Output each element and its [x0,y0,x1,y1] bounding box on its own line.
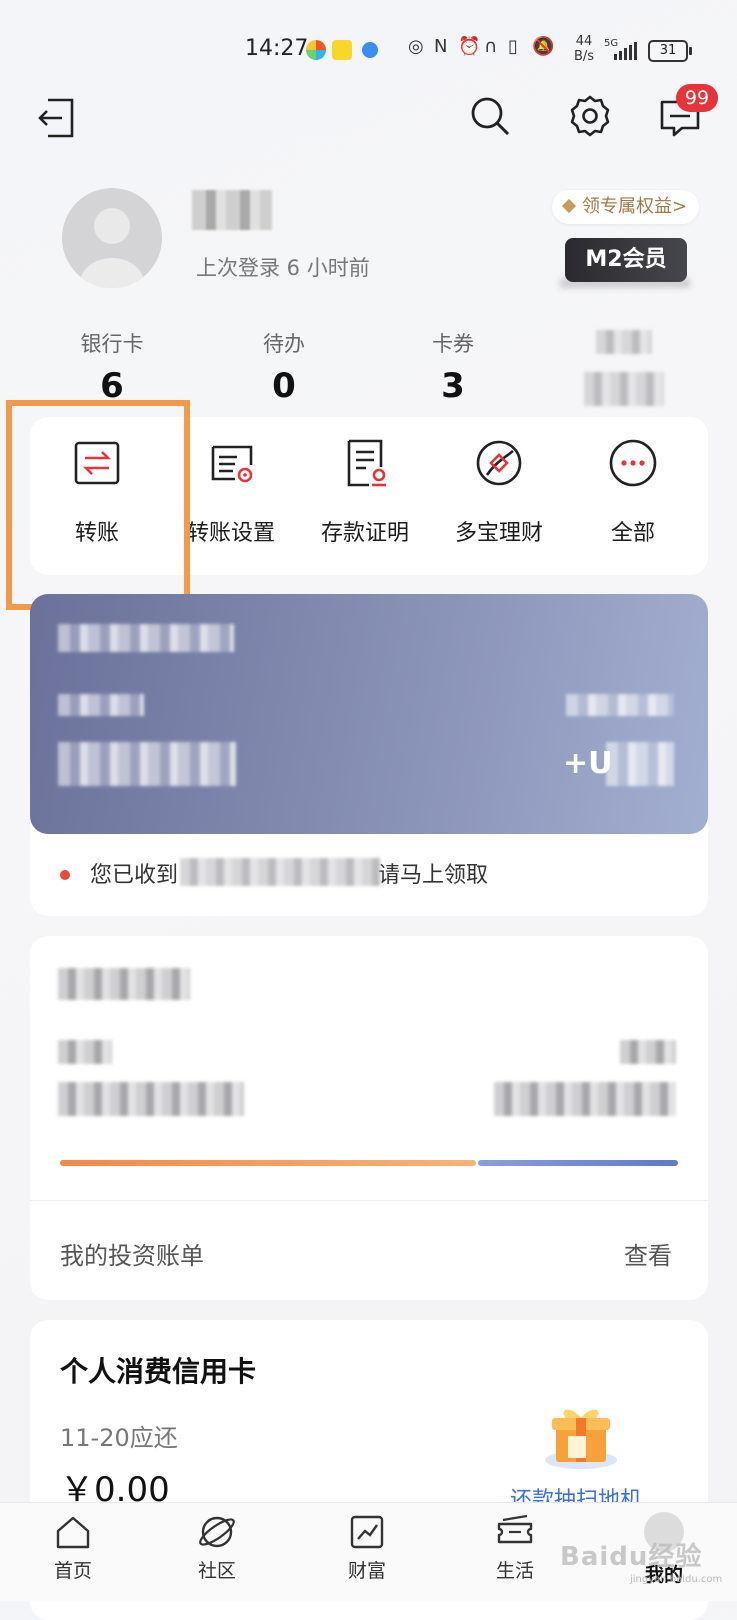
stat-value: 3 [441,366,465,406]
alarm-icon: ⏰ [458,36,481,57]
gift-box-icon [545,1409,617,1469]
account-extra-blurred [606,742,674,786]
transfer-settings-icon [211,445,253,483]
investment-amount-blurred [58,1082,244,1116]
headphones-icon: ∩ [484,36,498,57]
account-type-blurred [58,694,144,716]
stat-value: 0 [272,366,296,406]
investment-bill-link[interactable]: 我的投资账单 [60,1236,204,1271]
member-badge[interactable]: M2会员 [565,238,687,282]
stat-blurred-label [596,330,652,354]
nav-label: 社区 [197,1560,236,1582]
deposit-certificate-icon [347,439,386,487]
nav-home[interactable]: 首页 [18,1512,128,1583]
battery-icon: 31 [648,40,692,62]
action-wealth[interactable]: 多宝理财 [434,437,564,547]
notice-suffix: 请马上领取 [378,863,489,888]
action-label: 全部 [610,521,655,546]
account-name-blurred [58,624,234,652]
nav-wealth[interactable]: 财富 [312,1512,422,1583]
stat-todo[interactable]: 待办 0 [219,328,349,406]
notice-prefix: 您已收到 [90,863,179,888]
investment-title-blurred [58,968,190,1000]
logout-icon[interactable] [36,96,80,140]
nfc-icon: N [434,36,448,57]
divider [30,1200,708,1201]
credit-card-title: 个人消费信用卡 [60,1355,257,1388]
search-icon[interactable] [468,94,512,138]
status-time: 14:27 [245,36,309,61]
investment-bar-blue [478,1160,678,1166]
investment-view-link[interactable]: 查看 [624,1236,672,1271]
nav-life[interactable]: 生活 [460,1512,570,1583]
action-label: 存款证明 [320,521,409,546]
net-speed-unit: B/s [574,49,595,64]
message-badge: 99 [676,84,718,112]
nav-label: 财富 [347,1560,386,1582]
gear-icon[interactable] [568,94,612,138]
community-icon [199,1516,235,1548]
mute-icon: 🔕 [532,36,555,57]
wealth-icon [476,440,522,486]
account-tag-blurred [566,694,674,716]
perk-link-label: 领专属权益> [582,196,688,217]
action-label: 多宝理财 [454,521,543,546]
watermark-sub: jingyan.baidu.com [630,1574,723,1585]
nav-community[interactable]: 社区 [162,1512,272,1583]
signal-icon [614,42,637,60]
app-icon [362,42,378,58]
investment-label-blurred [58,1040,112,1064]
watermark: Baidu经验 [560,1542,703,1572]
net-speed-value: 44 [575,34,593,49]
last-login: 上次登录 6 小时前 [196,256,370,280]
home-icon [56,1516,90,1549]
app-icon [306,40,326,60]
stat-label: 待办 [263,332,305,356]
net-speed: 44 B/s [574,34,594,64]
notice-dot [60,870,70,880]
gem-icon [561,198,577,214]
investment-bar-orange [60,1160,476,1166]
stat-blurred-value [584,372,664,406]
stat-coupons[interactable]: 卡券 3 [388,328,518,406]
app-icon [332,40,352,60]
wealth-chart-icon [350,1515,384,1549]
stat-label: 卡券 [432,332,474,356]
vibrate-icon: ▯ [508,36,518,57]
stat-bank-cards[interactable]: 银行卡 6 [47,328,177,406]
notice-blurred [180,858,380,886]
highlight-box [6,400,190,610]
credit-card-due: 11-20应还 [60,1424,178,1452]
action-deposit-certificate[interactable]: 存款证明 [300,437,430,547]
username-blurred [192,190,272,230]
account-balance-blurred [58,742,236,786]
action-all[interactable]: 全部 [568,437,698,547]
stat-label: 银行卡 [80,332,144,356]
nav-label: 首页 [53,1560,92,1582]
ticket-icon [497,1514,533,1544]
more-icon [609,439,657,487]
status-bar: 14:27 ◎ N ⏰ ∩ ▯ 🔕 44 B/s 5G 31 [0,0,737,95]
avatar[interactable] [62,188,162,288]
perk-link[interactable]: 领专属权益> [552,190,700,224]
investment-label-blurred [620,1040,676,1064]
nav-label: 生活 [495,1560,534,1582]
investment-amount-blurred [494,1082,676,1116]
nfc-icon: ◎ [408,36,424,57]
